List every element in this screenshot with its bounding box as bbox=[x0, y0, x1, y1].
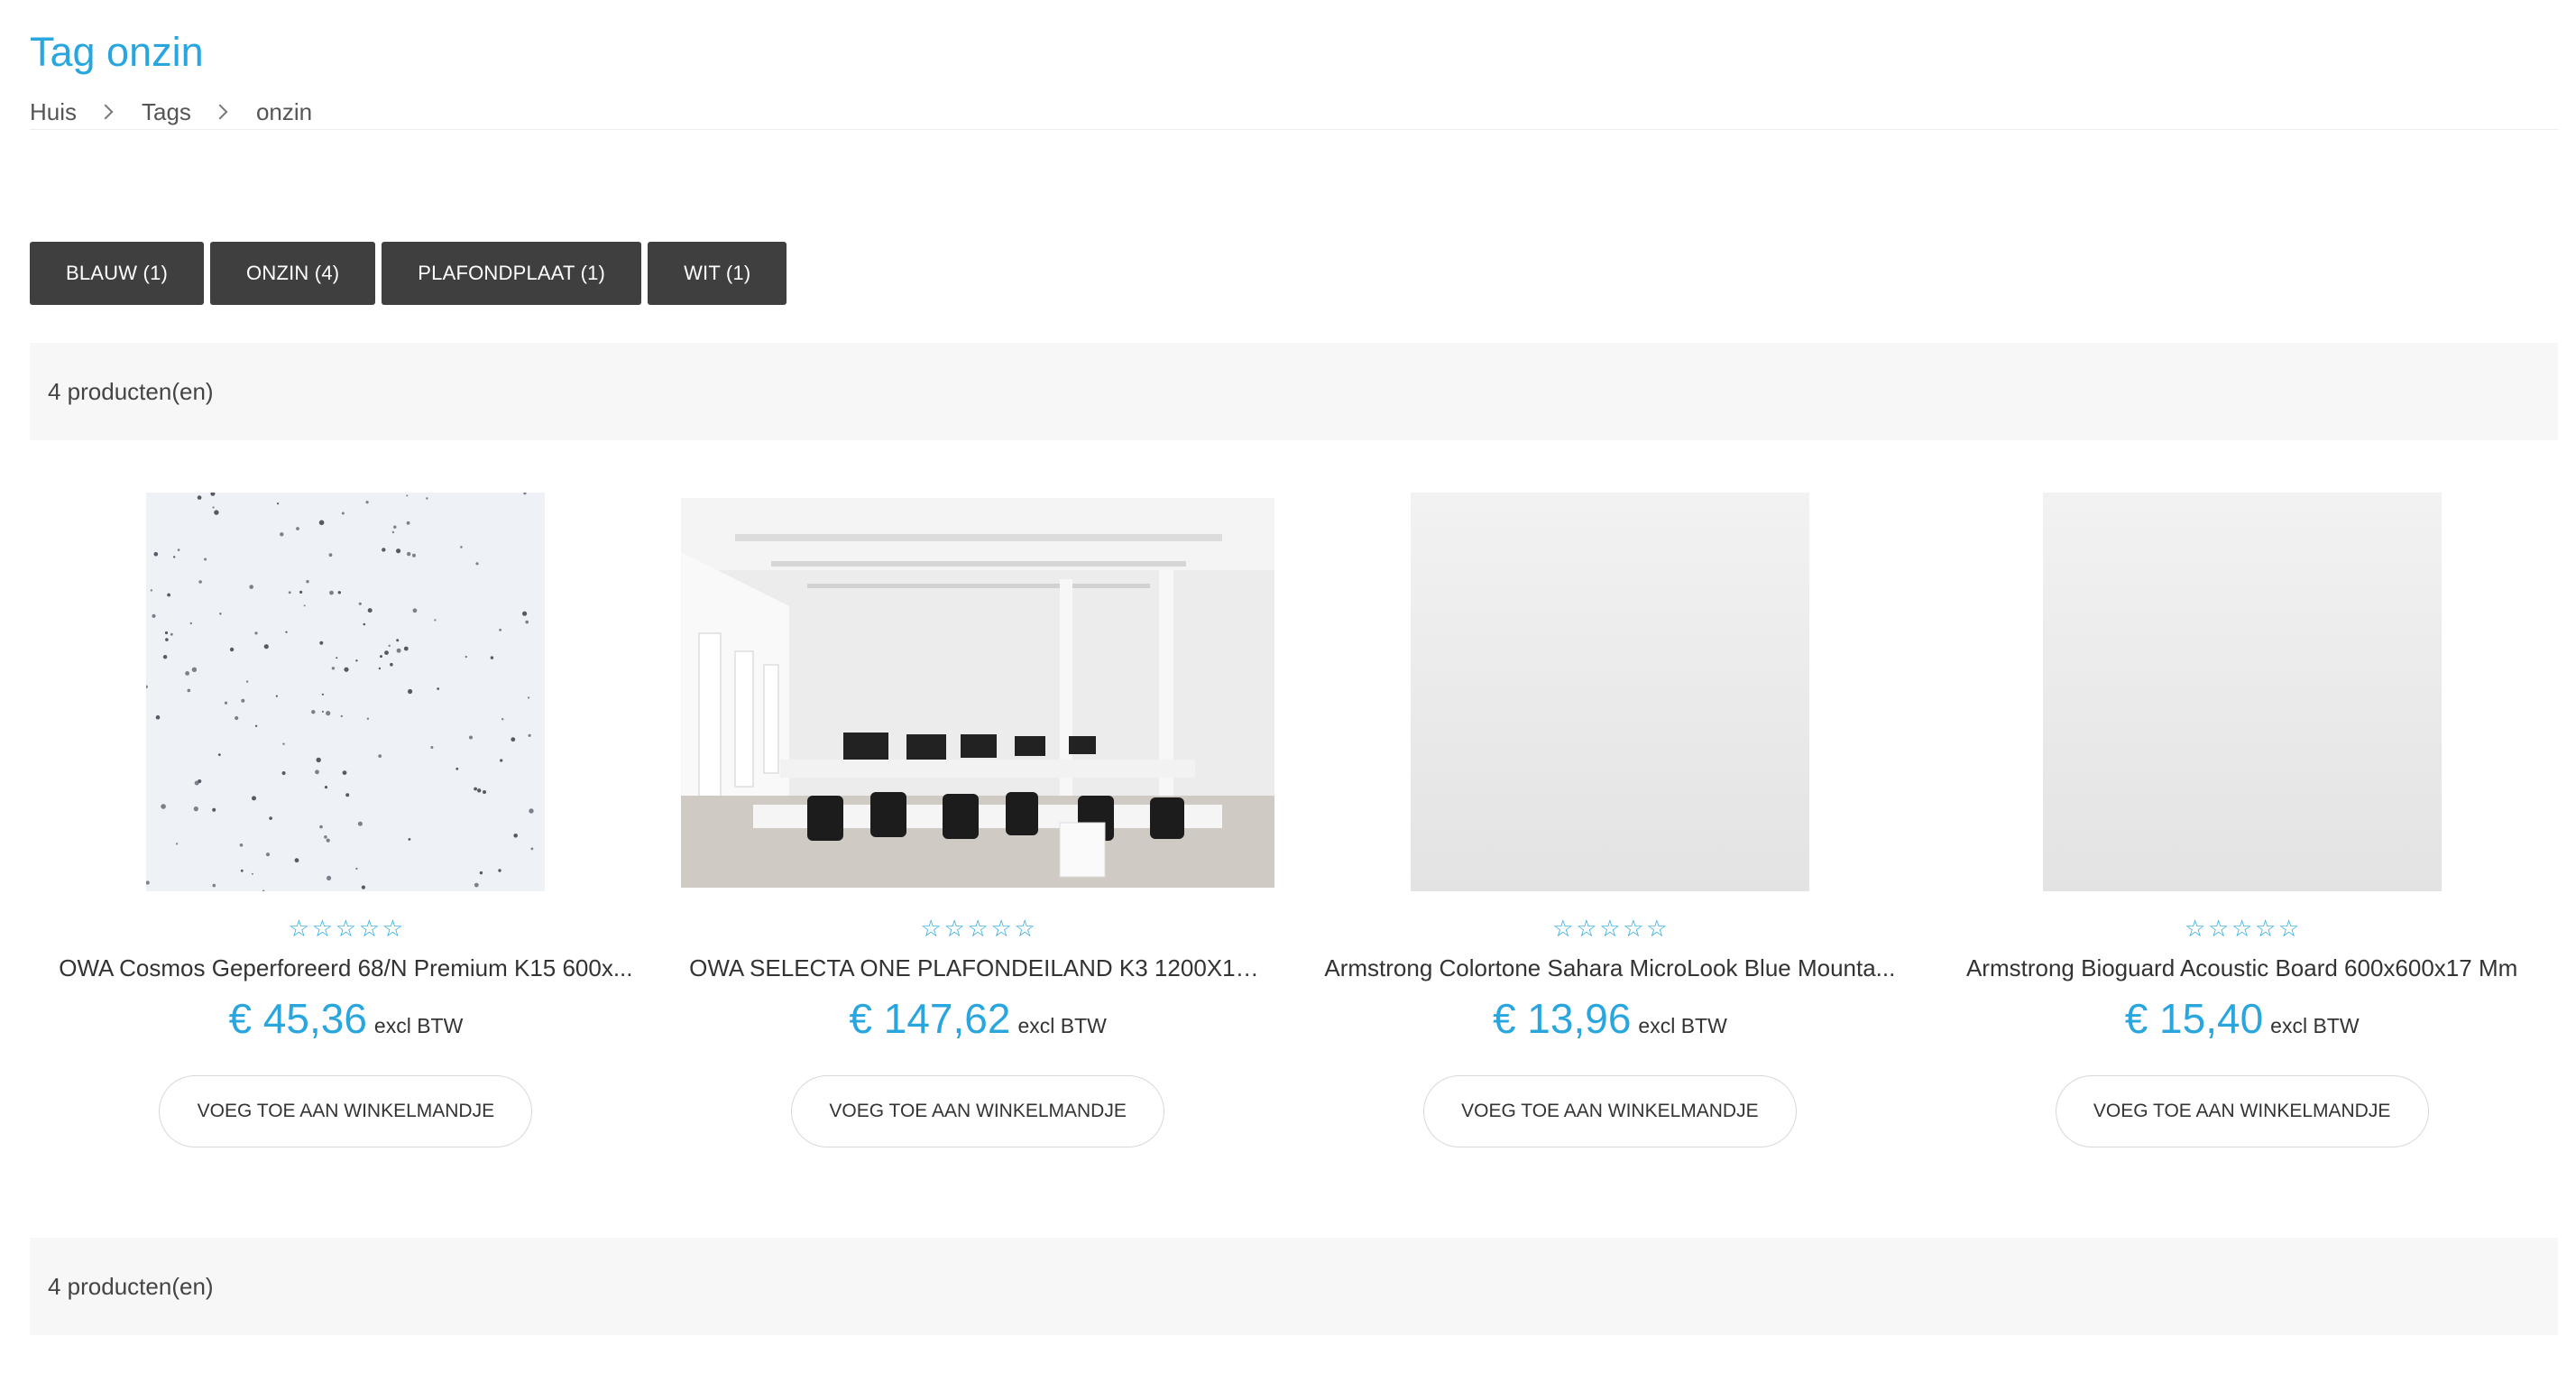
price-row: € 15,40 excl BTW bbox=[2125, 994, 2360, 1043]
star-outline-icon: ☆ bbox=[358, 915, 381, 942]
star-outline-icon: ☆ bbox=[1646, 915, 1668, 942]
price-row: € 147,62 excl BTW bbox=[849, 994, 1106, 1043]
tag-button-onzin[interactable]: ONZIN (4) bbox=[210, 242, 376, 305]
tag-filter-bar: BLAUW (1) ONZIN (4) PLAFONDPLAAT (1) WIT… bbox=[30, 242, 787, 305]
plain-tile-image bbox=[2042, 493, 2442, 891]
rating-stars: ☆ ☆ ☆ ☆ ☆ bbox=[288, 915, 403, 942]
product-title-link[interactable]: Armstrong Colortone Sahara MicroLook Blu… bbox=[1321, 954, 1899, 982]
tag-button-plafondplaat[interactable]: PLAFONDPLAAT (1) bbox=[382, 242, 642, 305]
star-outline-icon: ☆ bbox=[990, 915, 1012, 942]
star-outline-icon: ☆ bbox=[288, 915, 310, 942]
product-image-plain-tile[interactable] bbox=[2042, 493, 2442, 891]
chevron-right-icon bbox=[212, 104, 228, 120]
rating-stars: ☆ ☆ ☆ ☆ ☆ bbox=[920, 915, 1035, 942]
product-image-ceiling-tile[interactable] bbox=[146, 493, 546, 891]
product-card: ☆ ☆ ☆ ☆ ☆ Armstrong Colortone Sahara Mic… bbox=[1294, 487, 1927, 1155]
product-count-bar-bottom: 4 producten(en) bbox=[30, 1238, 2558, 1335]
star-outline-icon: ☆ bbox=[335, 915, 357, 942]
breadcrumb-divider bbox=[30, 129, 2558, 130]
product-price: € 15,40 bbox=[2124, 995, 2264, 1042]
breadcrumb-current: onzin bbox=[255, 97, 313, 125]
perforated-tile-image bbox=[146, 493, 546, 891]
price-tax-note: excl BTW bbox=[1017, 1014, 1107, 1037]
product-count-bar-top: 4 producten(en) bbox=[30, 343, 2558, 440]
add-to-cart-button[interactable]: VOEG TOE AAN WINKELMANDJE bbox=[1422, 1075, 1797, 1147]
product-card: ☆ ☆ ☆ ☆ ☆ OWA Cosmos Geperforeerd 68/N P… bbox=[30, 487, 662, 1155]
add-to-cart-button[interactable]: VOEG TOE AAN WINKELMANDJE bbox=[159, 1075, 533, 1147]
star-outline-icon: ☆ bbox=[1623, 915, 1644, 942]
rating-stars: ☆ ☆ ☆ ☆ ☆ bbox=[1552, 915, 1668, 942]
star-outline-icon: ☆ bbox=[311, 915, 334, 942]
tag-button-blauw[interactable]: BLAUW (1) bbox=[30, 242, 205, 305]
star-outline-icon: ☆ bbox=[1599, 915, 1621, 942]
product-title-link[interactable]: Armstrong Bioguard Acoustic Board 600x60… bbox=[1954, 954, 2531, 982]
product-count: 4 producten(en) bbox=[48, 377, 214, 405]
price-tax-note: excl BTW bbox=[1638, 1014, 1727, 1037]
price-tax-note: excl BTW bbox=[2270, 1014, 2360, 1037]
star-outline-icon: ☆ bbox=[2184, 915, 2206, 942]
star-outline-icon: ☆ bbox=[943, 915, 965, 942]
breadcrumb-home-link[interactable]: Huis bbox=[30, 98, 77, 126]
star-outline-icon: ☆ bbox=[2254, 915, 2277, 942]
product-title-link[interactable]: OWA SELECTA ONE PLAFONDEILAND K3 1200X12… bbox=[689, 954, 1266, 982]
star-outline-icon: ☆ bbox=[920, 915, 942, 942]
plain-tile-image bbox=[1410, 493, 1809, 891]
chevron-right-icon bbox=[97, 104, 114, 120]
add-to-cart-button[interactable]: VOEG TOE AAN WINKELMANDJE bbox=[791, 1075, 1165, 1147]
price-row: € 13,96 excl BTW bbox=[1493, 994, 1727, 1043]
star-outline-icon: ☆ bbox=[382, 915, 404, 942]
product-grid: ☆ ☆ ☆ ☆ ☆ OWA Cosmos Geperforeerd 68/N P… bbox=[30, 487, 2558, 1155]
star-outline-icon: ☆ bbox=[1014, 915, 1035, 942]
tag-button-wit[interactable]: WIT (1) bbox=[648, 242, 787, 305]
product-card: ☆ ☆ ☆ ☆ ☆ Armstrong Bioguard Acoustic Bo… bbox=[1926, 487, 2558, 1155]
rating-stars: ☆ ☆ ☆ ☆ ☆ bbox=[2185, 915, 2300, 942]
add-to-cart-button[interactable]: VOEG TOE AAN WINKELMANDJE bbox=[2055, 1075, 2429, 1147]
star-outline-icon: ☆ bbox=[2207, 915, 2230, 942]
price-tax-note: excl BTW bbox=[373, 1014, 464, 1037]
star-outline-icon: ☆ bbox=[1576, 915, 1597, 942]
price-row: € 45,36 excl BTW bbox=[228, 994, 463, 1043]
product-card: ☆ ☆ ☆ ☆ ☆ OWA SELECTA ONE PLAFONDEILAND … bbox=[662, 487, 1294, 1155]
product-image-office[interactable] bbox=[681, 498, 1275, 888]
breadcrumb-tags-link[interactable]: Tags bbox=[142, 98, 191, 126]
product-price: € 147,62 bbox=[849, 995, 1011, 1042]
breadcrumb: Huis Tags onzin bbox=[30, 94, 312, 130]
product-price: € 45,36 bbox=[228, 995, 367, 1042]
page: Tag onzin Huis Tags onzin BLAUW (1) ONZI… bbox=[0, 0, 2576, 1373]
star-outline-icon: ☆ bbox=[1552, 915, 1574, 942]
star-outline-icon: ☆ bbox=[967, 915, 989, 942]
page-title: Tag onzin bbox=[30, 29, 204, 75]
product-image-plain-tile[interactable] bbox=[1410, 493, 1809, 891]
star-outline-icon: ☆ bbox=[2277, 915, 2300, 942]
star-outline-icon: ☆ bbox=[2231, 915, 2253, 942]
product-title-link[interactable]: OWA Cosmos Geperforeerd 68/N Premium K15… bbox=[57, 954, 634, 982]
office-photo-image bbox=[681, 498, 1275, 888]
product-count: 4 producten(en) bbox=[48, 1272, 214, 1300]
product-price: € 13,96 bbox=[1492, 995, 1632, 1042]
